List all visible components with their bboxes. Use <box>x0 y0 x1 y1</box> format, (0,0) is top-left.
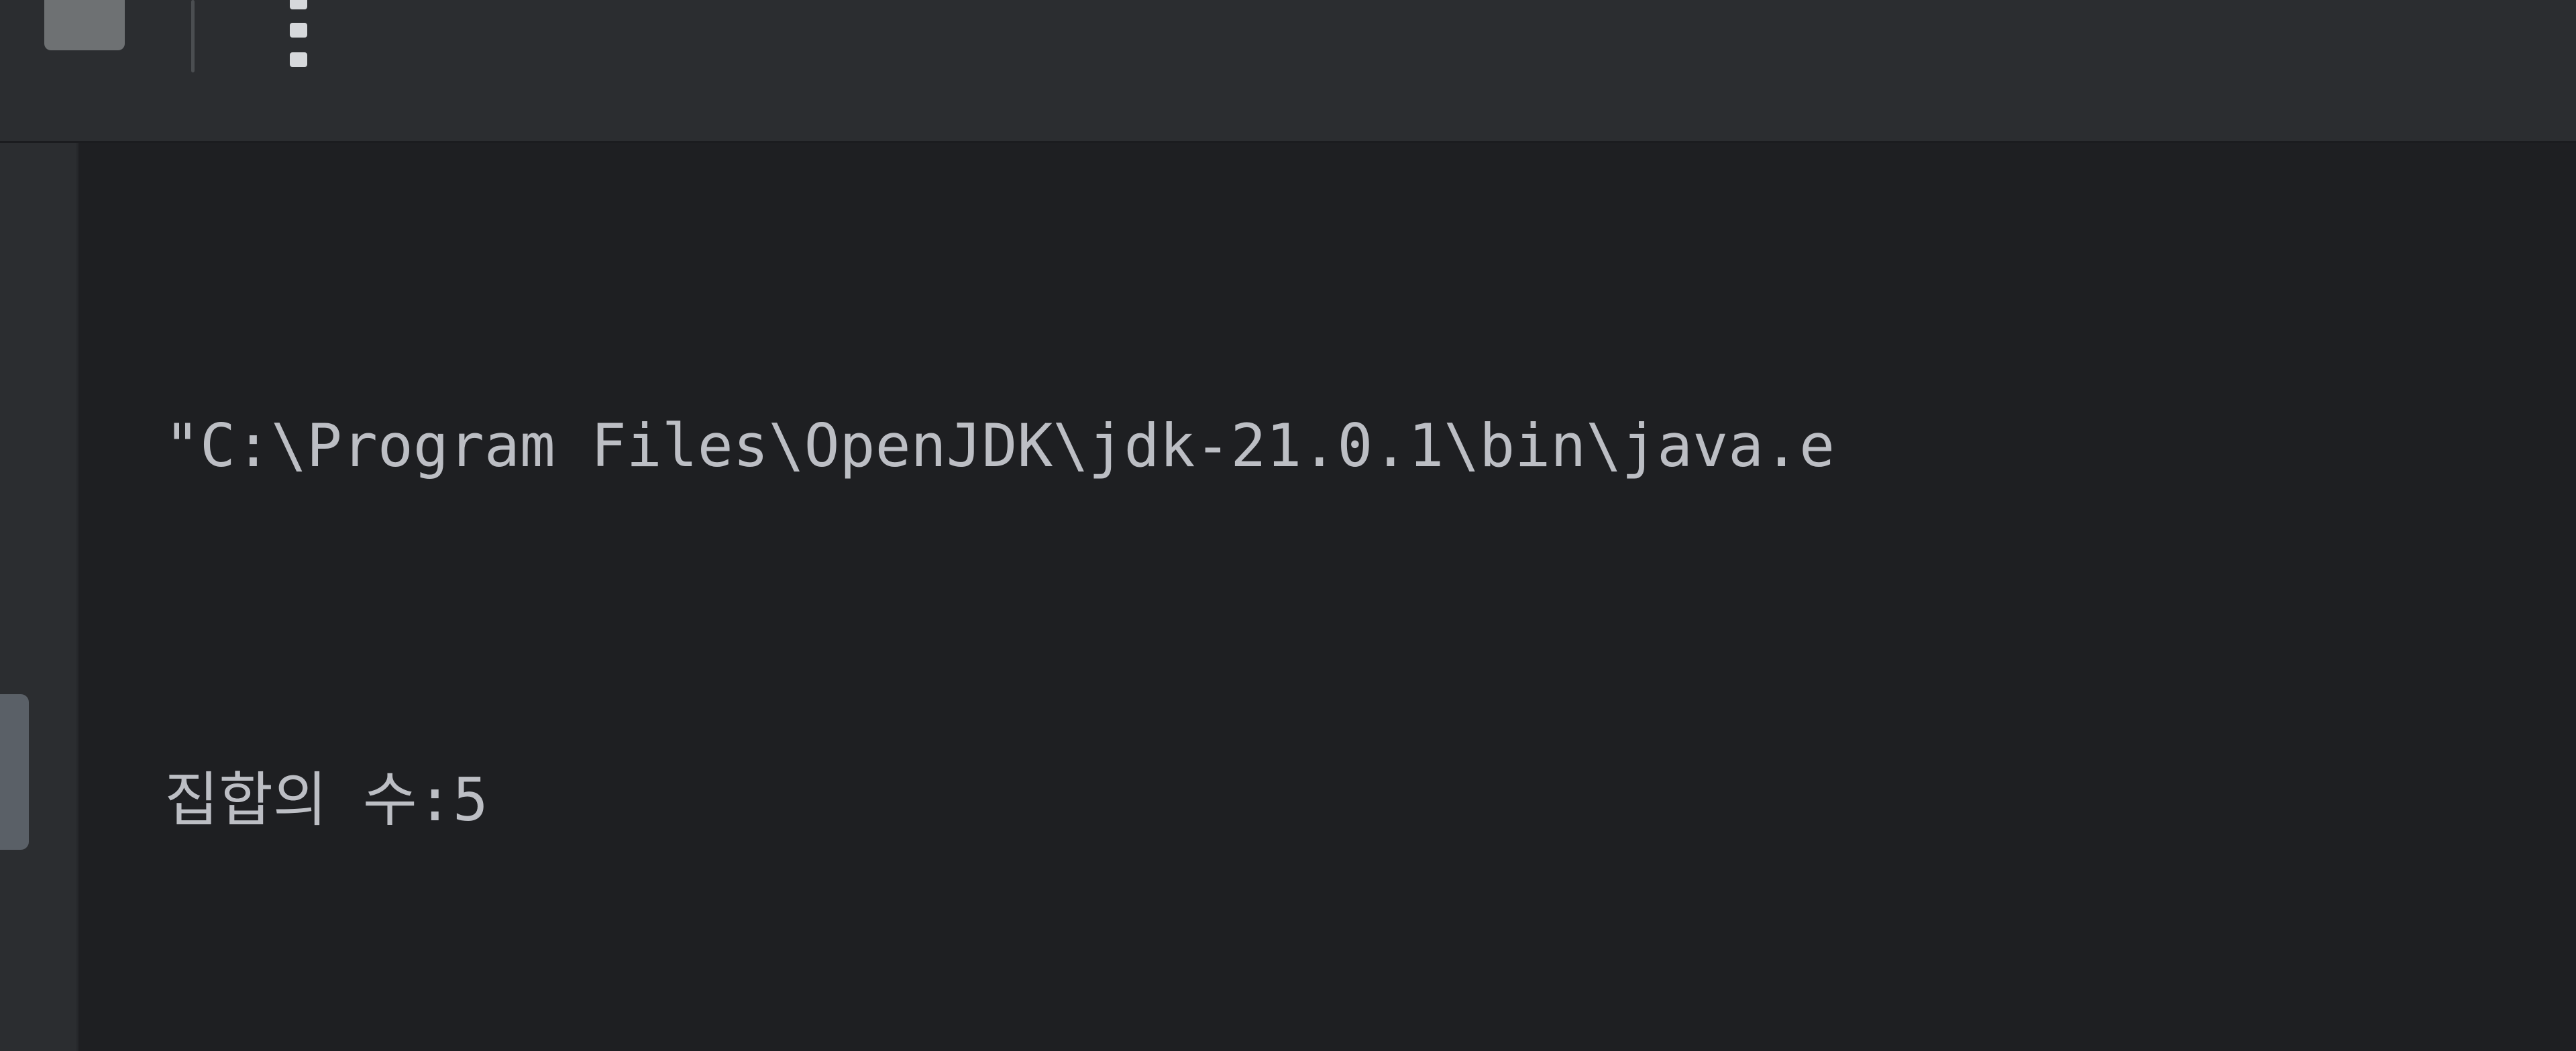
ellipsis-dot-1 <box>290 0 307 9</box>
console-left-gutter <box>0 143 78 1051</box>
ide-run-console-window: "C:\Program Files\OpenJDK\jdk-21.0.1\bin… <box>0 0 2576 1051</box>
ellipsis-dot-2 <box>290 23 307 38</box>
vertical-scrollbar-thumb[interactable] <box>0 694 29 850</box>
toolbar-separator <box>191 0 195 72</box>
ellipsis-dot-3 <box>290 52 307 67</box>
console-output-panel[interactable]: "C:\Program Files\OpenJDK\jdk-21.0.1\bin… <box>78 143 2576 1051</box>
console-text-block: "C:\Program Files\OpenJDK\jdk-21.0.1\bin… <box>164 151 2576 1051</box>
stop-square-icon[interactable] <box>44 0 125 50</box>
vertical-ellipsis-icon[interactable] <box>290 0 307 74</box>
console-line: "C:\Program Files\OpenJDK\jdk-21.0.1\bin… <box>164 411 1835 480</box>
console-line: 집합의 수:5 <box>164 765 488 834</box>
run-toolbar <box>0 0 2576 143</box>
